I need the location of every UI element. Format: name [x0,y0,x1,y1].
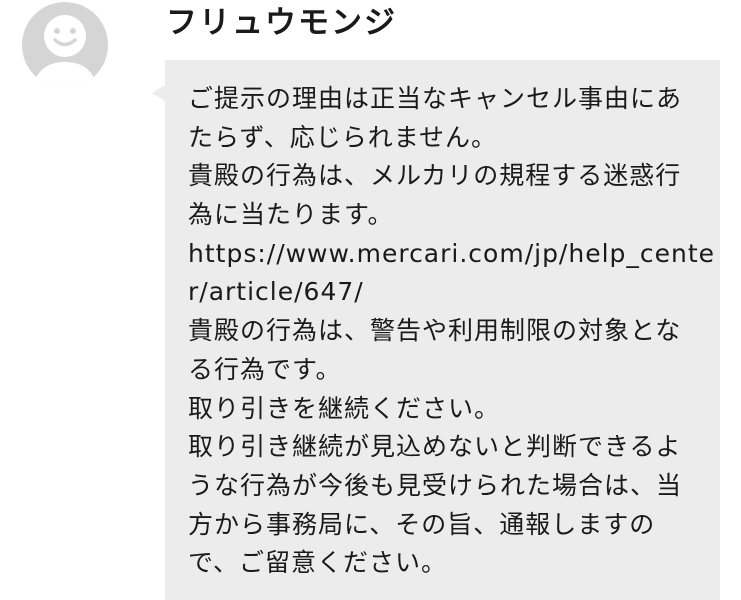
message-line: うな行為が今後も見受けられた場合は、当 [188,470,683,500]
message-line: る行為です。 [188,354,342,384]
message-line: ご提示の理由は正当なキャンセル事由にあ [188,84,683,113]
message-line: 取り引きを継続ください。 [188,393,501,423]
message-line: 方から事務局に、その旨、通報しますの [188,509,656,539]
help-center-link-line[interactable]: r/article/647/ [188,273,698,312]
message-line: 貴殿の行為は、メルカリの規程する迷惑行 [188,161,682,191]
sender-name: フリュウモンジ [166,5,397,41]
default-user-avatar-icon [32,15,98,88]
message-line: 取り引き継続が見込めないと判断できるよ [188,432,682,462]
message-line: たらず、応じられません。 [188,122,498,152]
help-center-link-line[interactable]: https://www.mercari.com/jp/help_cente [188,235,714,274]
message-line: 貴殿の行為は、警告や利用制限の対象とな [188,316,682,346]
message-bubble-tail [152,85,165,101]
message-line: 為に当たります。 [188,200,394,230]
message-line: で、ご留意ください。 [188,548,448,578]
sender-avatar[interactable] [22,2,108,88]
message-text: ご提示の理由は正当なキャンセル事由にあ たらず、応じられません。 貴殿の行為は、… [188,80,714,583]
